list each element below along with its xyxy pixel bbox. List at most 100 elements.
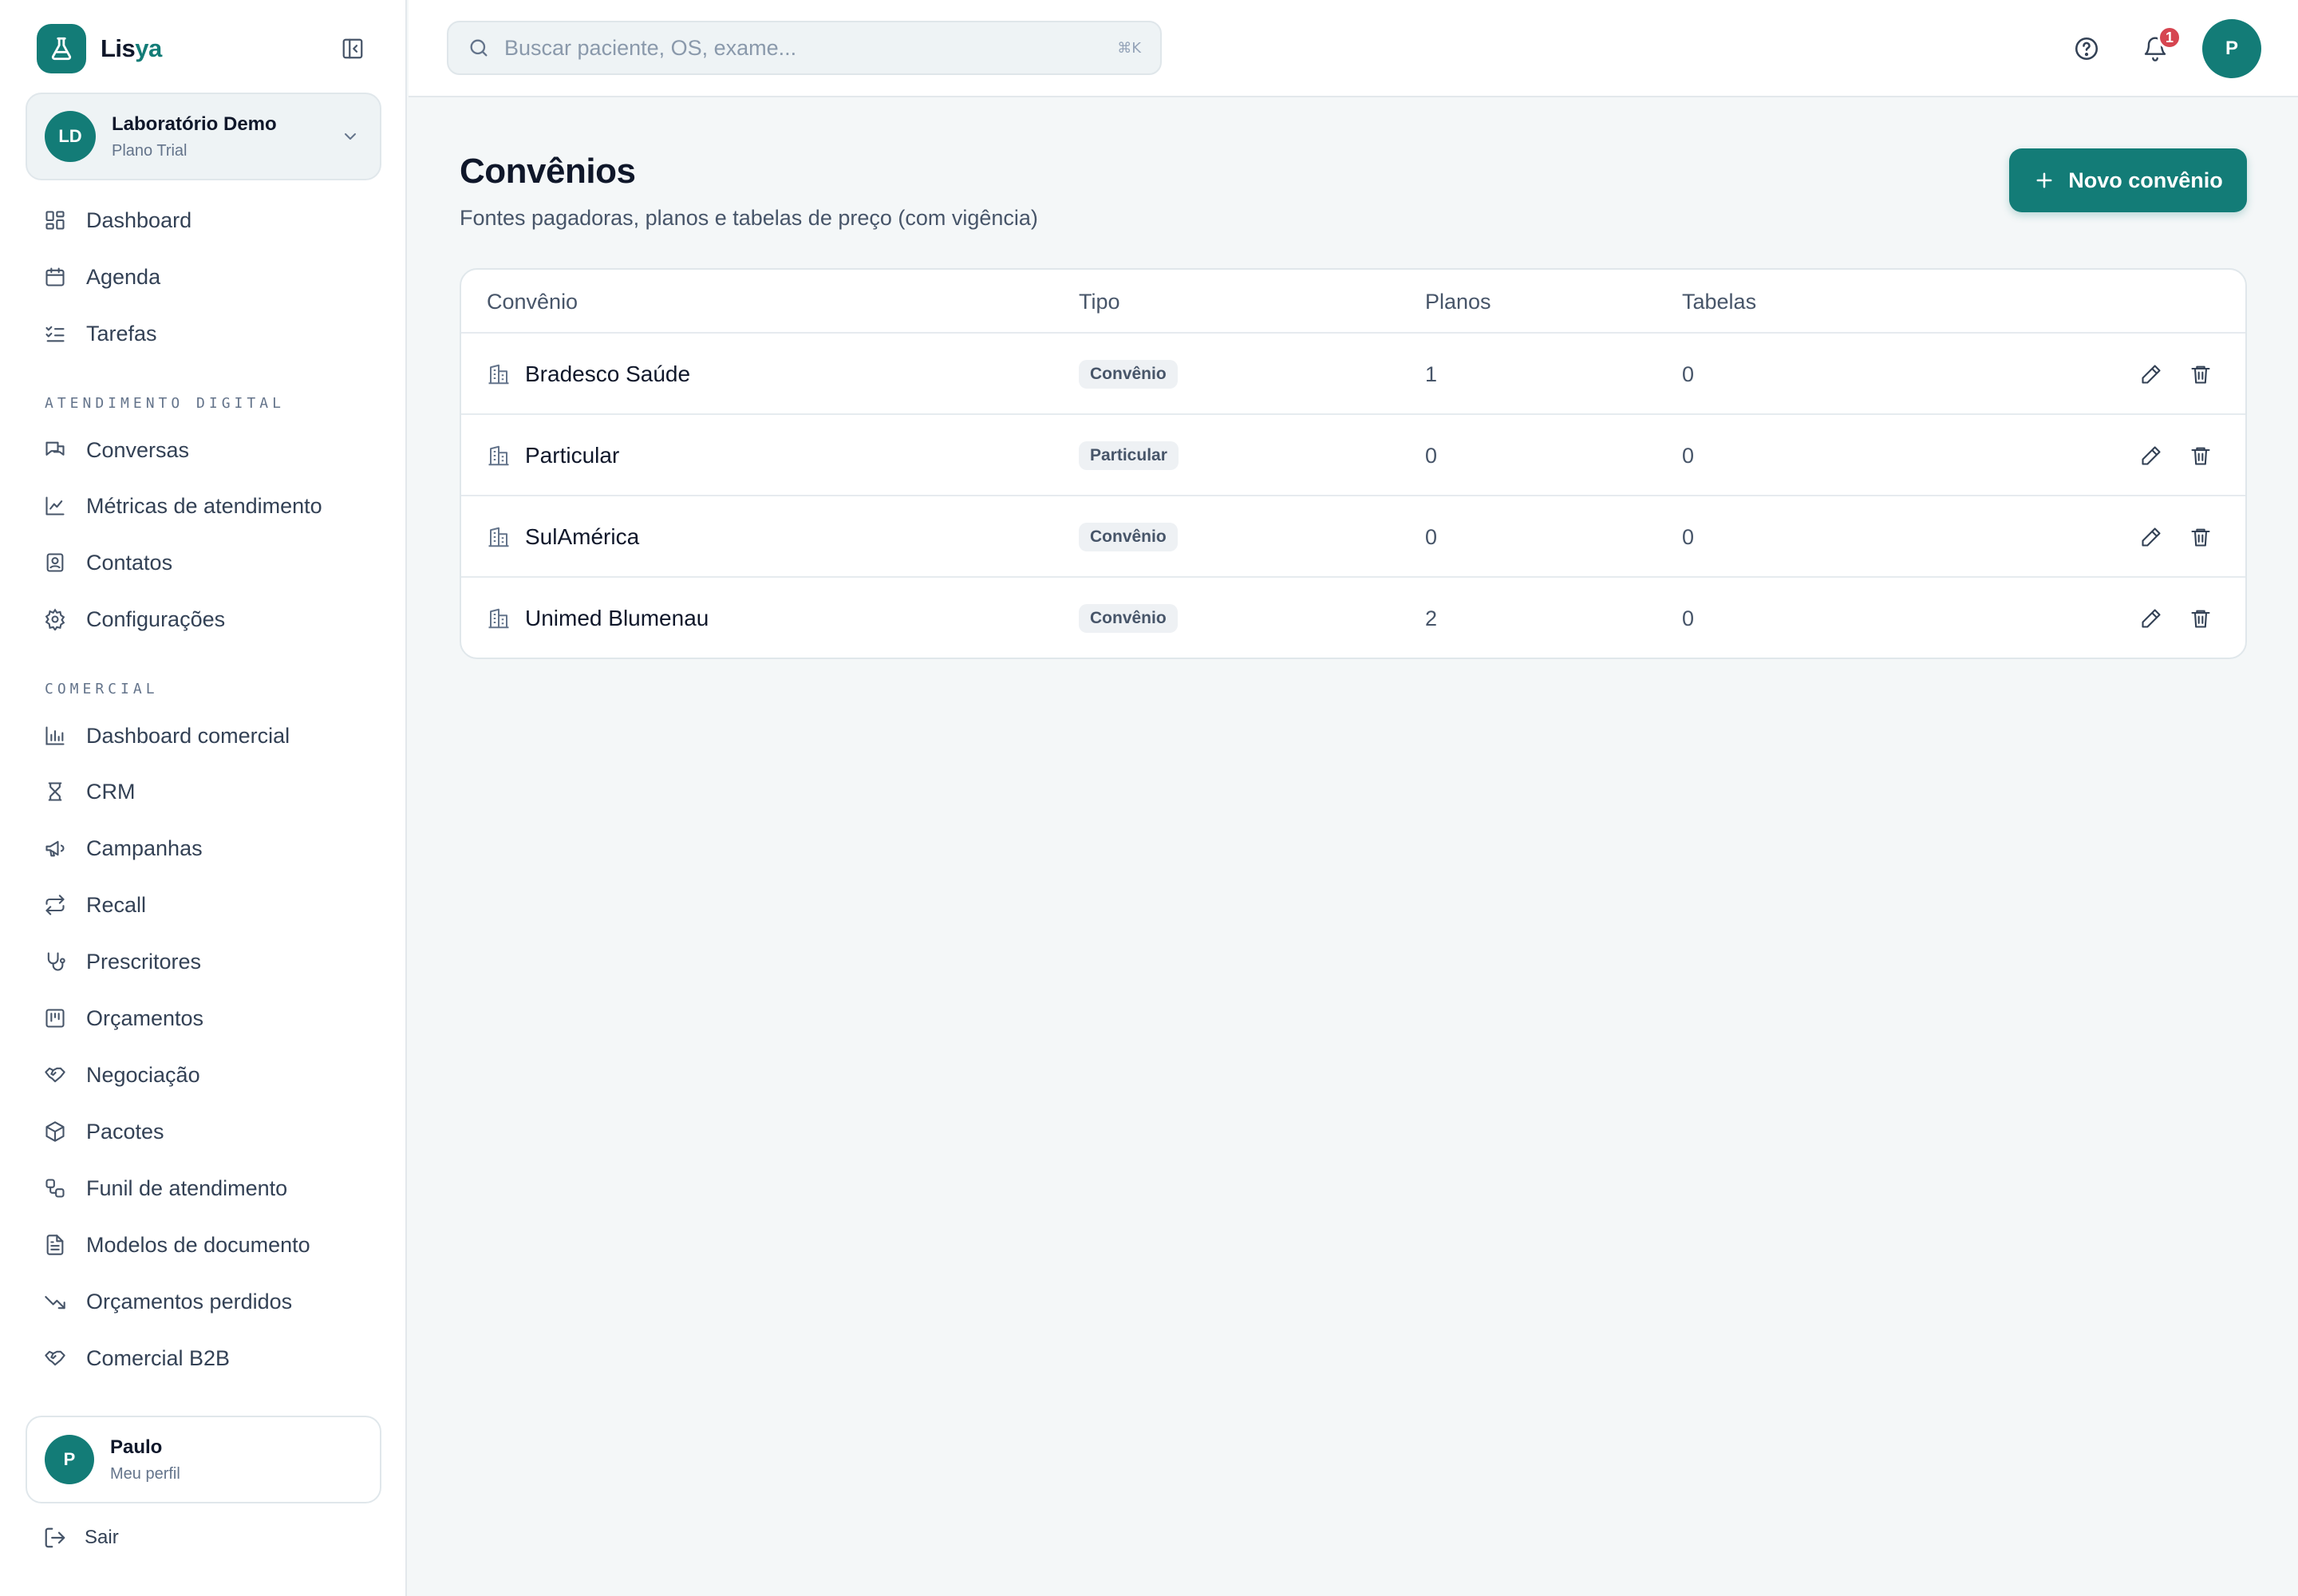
edit-button[interactable] <box>2138 524 2164 550</box>
sidebar-item-label: Contatos <box>86 550 173 575</box>
sidebar-item-label: Prescritores <box>86 949 202 974</box>
sidebar-item-comercial-b2b[interactable]: Comercial B2B <box>26 1334 381 1382</box>
sidebar-item-label: Configurações <box>86 606 226 631</box>
convenio-name: Unimed Blumenau <box>525 606 709 630</box>
sidebar-item-agenda[interactable]: Agenda <box>26 253 381 301</box>
sidebar-item-label: Conversas <box>86 437 190 462</box>
plans-count: 1 <box>1425 361 1438 386</box>
tables-count: 0 <box>1682 443 1695 468</box>
brand-name: Lisya <box>101 34 162 62</box>
convenio-type-cell: Particular <box>1079 415 1179 496</box>
sidebar-item-label: Orçamentos perdidos <box>86 1289 293 1314</box>
account-avatar-button[interactable]: P <box>2202 19 2261 78</box>
line-chart-icon <box>43 494 67 518</box>
megaphone-icon <box>43 836 67 860</box>
tables-count: 0 <box>1682 361 1695 386</box>
delete-button[interactable] <box>2188 606 2213 631</box>
notification-count-badge: 1 <box>2158 26 2182 49</box>
nav-section-title-atendimento: Atendimento digital <box>45 395 285 412</box>
collapse-sidebar-button[interactable] <box>335 31 370 66</box>
sidebar-item-campanhas[interactable]: Campanhas <box>26 824 381 872</box>
building-icon <box>488 364 509 385</box>
trending-down-icon <box>43 1290 67 1314</box>
tables-count-cell: 0 <box>1682 496 1694 578</box>
convenio-type-cell: Convênio <box>1079 334 1178 415</box>
sidebar-item-label: Dashboard comercial <box>86 723 290 748</box>
sidebar-item-recall[interactable]: Recall <box>26 881 381 929</box>
convenio-name-cell: Bradesco Saúde <box>487 334 690 415</box>
sidebar-item-label: Modelos de documento <box>86 1232 310 1257</box>
user-profile-card[interactable]: P Paulo Meu perfil <box>26 1416 381 1503</box>
table-row[interactable]: Bradesco Saúde Convênio 1 0 <box>461 334 2245 415</box>
delete-button[interactable] <box>2188 443 2213 468</box>
sidebar-item-funil[interactable]: Funil de atendimento <box>26 1164 381 1212</box>
package-icon <box>43 1120 67 1144</box>
flask-logo-icon <box>37 24 86 73</box>
plans-count-cell: 0 <box>1425 496 1437 578</box>
building-icon <box>488 527 509 547</box>
sidebar-item-orcamentos-perdidos[interactable]: Orçamentos perdidos <box>26 1278 381 1325</box>
sidebar-item-conversas[interactable]: Conversas <box>26 426 381 474</box>
crm-icon <box>43 780 67 804</box>
logout-button[interactable]: Sair <box>43 1526 119 1550</box>
convenio-name: SulAmérica <box>525 524 640 549</box>
trash-icon <box>2191 610 2210 628</box>
convenio-name-cell: Unimed Blumenau <box>487 578 709 658</box>
document-icon <box>43 1233 67 1257</box>
trash-icon <box>2191 365 2210 384</box>
sidebar-item-label: Tarefas <box>86 321 157 346</box>
delete-button[interactable] <box>2188 524 2213 550</box>
pencil-icon <box>2142 527 2161 547</box>
sidebar-item-configuracoes[interactable]: Configurações <box>26 595 381 643</box>
delete-button[interactable] <box>2188 361 2213 387</box>
brand: Lisya <box>37 24 370 73</box>
sidebar-item-label: Campanhas <box>86 836 203 860</box>
help-icon <box>2075 37 2099 61</box>
workflow-icon <box>43 1176 67 1200</box>
new-convenio-button[interactable]: Novo convênio <box>2009 148 2247 212</box>
sidebar-item-pacotes[interactable]: Pacotes <box>26 1108 381 1156</box>
user-avatar: P <box>45 1435 94 1484</box>
kanban-icon <box>43 1006 67 1030</box>
new-convenio-label: Novo convênio <box>2068 168 2223 192</box>
sidebar-item-metricas[interactable]: Métricas de atendimento <box>26 482 381 530</box>
organization-switcher[interactable]: LD Laboratório Demo Plano Trial <box>26 93 381 180</box>
notifications-button[interactable]: 1 <box>2137 26 2182 67</box>
user-name: Paulo <box>110 1436 163 1458</box>
plus-icon <box>2036 172 2052 188</box>
type-badge: Particular <box>1079 441 1179 470</box>
sidebar-item-crm[interactable]: CRM <box>26 768 381 816</box>
tables-count-cell: 0 <box>1682 415 1694 496</box>
tables-count: 0 <box>1682 524 1695 549</box>
sidebar-item-dashboard[interactable]: Dashboard <box>26 196 381 244</box>
handshake-icon <box>43 1063 67 1087</box>
table-row[interactable]: SulAmérica Convênio 0 0 <box>461 496 2245 578</box>
pencil-icon <box>2142 365 2161 384</box>
sidebar-item-contatos[interactable]: Contatos <box>26 539 381 587</box>
column-header-tipo: Tipo <box>1079 290 1120 314</box>
tables-count-cell: 0 <box>1682 578 1694 658</box>
logout-label: Sair <box>85 1527 119 1548</box>
edit-button[interactable] <box>2138 606 2164 631</box>
sidebar-item-dashboard-comercial[interactable]: Dashboard comercial <box>26 712 381 760</box>
edit-button[interactable] <box>2138 443 2164 468</box>
chat-icon <box>43 438 67 462</box>
help-button[interactable] <box>2068 30 2105 67</box>
table-row[interactable]: Particular Particular 0 0 <box>461 415 2245 496</box>
sidebar-item-orcamentos[interactable]: Orçamentos <box>26 994 381 1042</box>
plans-count: 0 <box>1425 524 1438 549</box>
edit-button[interactable] <box>2138 361 2164 387</box>
handshake-icon <box>43 1346 67 1370</box>
sidebar-item-modelos[interactable]: Modelos de documento <box>26 1221 381 1269</box>
table-row[interactable]: Unimed Blumenau Convênio 2 0 <box>461 578 2245 658</box>
global-search[interactable]: ⌘K <box>447 21 1162 75</box>
plans-count-cell: 1 <box>1425 334 1437 415</box>
sidebar-item-tarefas[interactable]: Tarefas <box>26 310 381 358</box>
building-icon <box>488 608 509 629</box>
sidebar-item-negociacao[interactable]: Negociação <box>26 1051 381 1099</box>
sidebar-item-prescritores[interactable]: Prescritores <box>26 938 381 986</box>
org-name: Laboratório Demo <box>112 113 277 135</box>
user-profile-link: Meu perfil <box>110 1464 180 1483</box>
search-input[interactable] <box>504 35 1118 61</box>
convenio-type-cell: Convênio <box>1079 496 1178 578</box>
